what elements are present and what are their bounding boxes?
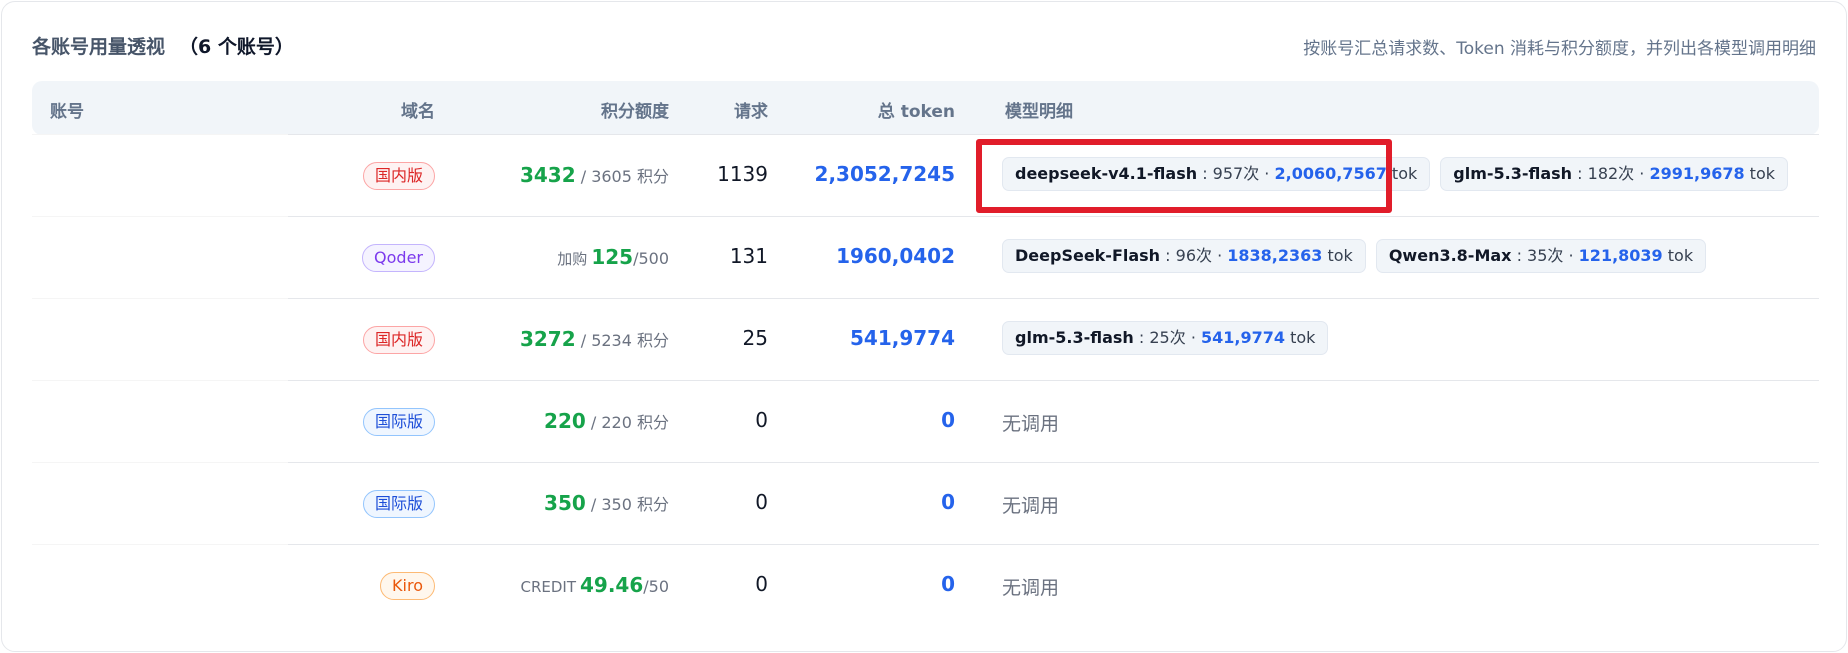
row-divider	[288, 134, 1819, 135]
model-name: deepseek-v4.1-flash	[1015, 164, 1198, 183]
column-header-requests[interactable]: 请求	[734, 97, 768, 122]
request-count: 0	[755, 490, 768, 514]
row-divider	[32, 462, 288, 463]
total-token: 0	[941, 490, 955, 514]
model-calls: : 25次 ·	[1133, 328, 1201, 347]
model-name: DeepSeek-Flash	[1015, 246, 1161, 265]
domain-badge: 国际版	[362, 490, 435, 518]
credit-total: /50	[643, 577, 669, 596]
model-calls: : 96次 ·	[1160, 246, 1228, 265]
request-count: 1139	[717, 162, 768, 186]
credit-prefix: 加购	[557, 250, 588, 268]
row-divider	[32, 380, 288, 381]
credit-quota: CREDIT 49.46/50	[520, 573, 669, 597]
request-count: 0	[755, 408, 768, 432]
credit-quota: 加购 125/500	[557, 245, 669, 269]
account-count: （6 个账号）	[179, 36, 294, 58]
credit-quota: 220 / 220 积分	[544, 409, 669, 433]
model-calls: : 35次 ·	[1511, 246, 1579, 265]
total-token: 0	[941, 408, 955, 432]
credit-used: 3432	[519, 163, 576, 187]
model-chip[interactable]: Qwen3.8-Max : 35次 · 121,8039 tok	[1375, 239, 1707, 273]
total-token: 2,3052,7245	[814, 162, 955, 186]
table-row[interactable]: Qoder 加购 125/500 131 1960,0402 DeepSeek-F…	[32, 216, 1819, 299]
credit-quota: 350 / 350 积分	[544, 491, 669, 515]
credit-prefix: CREDIT	[520, 578, 576, 596]
domain-badge: Qoder	[362, 244, 435, 272]
model-token-unit: tok	[1322, 246, 1353, 265]
domain-badge: 国际版	[362, 408, 435, 436]
request-count: 25	[742, 326, 768, 350]
credit-used: 125	[591, 245, 634, 269]
card-subtitle: 按账号汇总请求数、Token 消耗与积分额度，并列出各模型调用明细	[1303, 39, 1816, 59]
credit-total: / 5234 积分	[575, 331, 669, 350]
domain-badge: 国内版	[362, 326, 435, 354]
total-token: 541,9774	[849, 326, 955, 350]
row-divider	[288, 298, 1819, 299]
row-divider	[288, 380, 1819, 381]
table-row[interactable]: 国内版 3272 / 5234 积分 25 541,9774 glm-5.3-f…	[32, 298, 1819, 381]
no-call-text: 无调用	[1002, 495, 1060, 517]
model-chip[interactable]: glm-5.3-flash : 25次 · 541,9774 tok	[1002, 321, 1329, 355]
column-header-credit[interactable]: 积分额度	[601, 97, 669, 122]
model-detail-list: glm-5.3-flash : 25次 · 541,9774 tok	[1002, 321, 1329, 355]
model-token-unit: tok	[1662, 246, 1694, 265]
row-divider	[32, 216, 288, 217]
model-tokens: 2991,9678	[1649, 164, 1745, 183]
column-header-model-detail[interactable]: 模型明细	[1005, 97, 1073, 122]
card-title: 各账号用量透视 （6 个账号）	[32, 32, 294, 59]
account-usage-card: 各账号用量透视 （6 个账号） 按账号汇总请求数、Token 消耗与积分额度，并列…	[1, 1, 1847, 652]
model-chip[interactable]: glm-5.3-flash : 182次 · 2991,9678 tok	[1440, 157, 1789, 191]
total-token: 0	[941, 572, 955, 596]
table-header: 账号 域名 积分额度 请求 总 token 模型明细	[32, 81, 1819, 135]
table-row[interactable]: 国内版 3432 / 3605 积分 1139 2,3052,7245 deep…	[32, 134, 1819, 217]
model-name: glm-5.3-flash	[1015, 328, 1134, 347]
credit-quota: 3432 / 3605 积分	[520, 163, 669, 187]
model-calls: : 957次 ·	[1197, 164, 1275, 183]
model-calls: : 182次 ·	[1572, 164, 1650, 183]
model-tokens: 2,0060,7567	[1274, 164, 1387, 183]
column-header-domain[interactable]: 域名	[401, 97, 435, 122]
row-divider	[288, 544, 1819, 545]
row-divider	[32, 544, 288, 545]
column-header-account[interactable]: 账号	[50, 97, 84, 122]
row-divider	[288, 462, 1819, 463]
model-name: glm-5.3-flash	[1453, 164, 1573, 183]
model-tokens: 121,8039	[1578, 246, 1663, 265]
model-tokens: 1838,2363	[1227, 246, 1323, 265]
request-count: 131	[729, 244, 768, 268]
credit-used: 3272	[519, 327, 576, 351]
model-name: Qwen3.8-Max	[1388, 246, 1512, 265]
column-header-total-token[interactable]: 总 token	[878, 97, 955, 122]
row-divider	[32, 298, 288, 299]
credit-quota: 3272 / 5234 积分	[520, 327, 669, 351]
no-call-text: 无调用	[1002, 413, 1060, 435]
request-count: 0	[755, 572, 768, 596]
table-row[interactable]: Kiro CREDIT 49.46/50 0 0 无调用	[32, 544, 1819, 627]
credit-total: / 3605 积分	[575, 167, 669, 186]
model-detail-list: deepseek-v4.1-flash : 957次 · 2,0060,7567…	[1002, 157, 1789, 191]
model-chip[interactable]: deepseek-v4.1-flash : 957次 · 2,0060,7567…	[1002, 157, 1431, 191]
table-row[interactable]: 国际版 350 / 350 积分 0 0 无调用	[32, 462, 1819, 545]
row-divider	[32, 134, 288, 135]
domain-badge: Kiro	[380, 572, 435, 600]
model-token-unit: tok	[1744, 164, 1776, 183]
total-token: 1960,0402	[836, 244, 955, 268]
credit-used: 350	[544, 491, 586, 515]
credit-total: / 220 积分	[585, 413, 669, 432]
model-chip[interactable]: DeepSeek-Flash : 96次 · 1838,2363 tok	[1002, 239, 1366, 273]
credit-total: / 350 积分	[585, 495, 669, 514]
model-tokens: 541,9774	[1201, 328, 1286, 347]
no-call-text: 无调用	[1002, 577, 1060, 599]
model-detail-list: DeepSeek-Flash : 96次 · 1838,2363 tok Qwe…	[1002, 239, 1707, 273]
credit-used: 220	[544, 409, 586, 433]
model-token-unit: tok	[1285, 328, 1316, 347]
model-token-unit: tok	[1386, 164, 1418, 183]
domain-badge: 国内版	[362, 162, 435, 190]
table-row[interactable]: 国际版 220 / 220 积分 0 0 无调用	[32, 380, 1819, 463]
row-divider	[288, 216, 1819, 217]
credit-total: /500	[633, 249, 669, 268]
card-title-text: 各账号用量透视	[32, 36, 166, 58]
credit-used: 49.46	[579, 573, 644, 597]
